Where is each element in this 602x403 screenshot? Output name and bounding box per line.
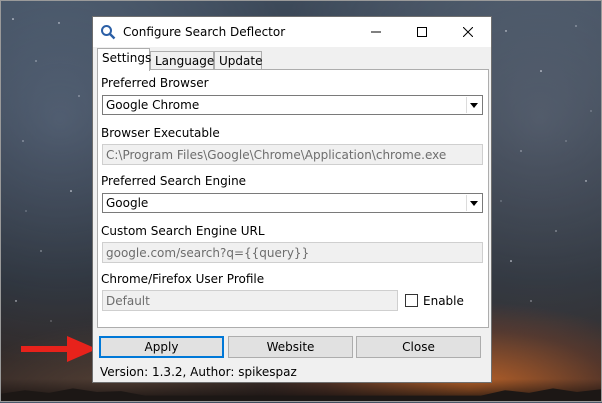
- custom-search-engine-url-field[interactable]: google.com/search?q={{query}}: [102, 242, 483, 263]
- settings-panel: Preferred Browser Google Chrome Browser …: [97, 69, 489, 328]
- custom-search-engine-url-label: Custom Search Engine URL: [101, 224, 265, 238]
- preferred-search-engine-dropdown[interactable]: Google: [102, 193, 483, 213]
- apply-button-label: Apply: [144, 340, 179, 354]
- preferred-search-engine-value: Google: [106, 196, 149, 210]
- custom-search-engine-url-value: google.com/search?q={{query}}: [106, 246, 310, 260]
- tab-settings-label: Settings: [102, 51, 152, 65]
- apply-button[interactable]: Apply: [99, 336, 224, 358]
- maximize-button[interactable]: [399, 17, 445, 47]
- title-bar[interactable]: Configure Search Deflector: [93, 17, 491, 47]
- red-arrow-annotation: [21, 336, 97, 362]
- preferred-browser-label: Preferred Browser: [101, 76, 209, 90]
- tab-update-label: Update: [219, 54, 263, 68]
- preferred-search-engine-dropdown-arrow[interactable]: [466, 195, 481, 211]
- enable-profile-label: Enable: [423, 294, 464, 308]
- user-profile-label: Chrome/Firefox User Profile: [101, 272, 265, 286]
- window-title: Configure Search Deflector: [123, 25, 286, 39]
- dropdown-arrow-icon: [470, 102, 478, 108]
- browser-executable-field[interactable]: C:\Program Files\Google\Chrome\Applicati…: [102, 144, 483, 165]
- configure-window: Configure Search Deflector Settings Lang…: [92, 16, 492, 383]
- close-window-button[interactable]: [445, 17, 491, 47]
- close-button[interactable]: Close: [356, 336, 481, 358]
- user-profile-field[interactable]: Default: [102, 290, 398, 311]
- app-icon: [101, 25, 116, 40]
- dropdown-arrow-icon: [470, 200, 478, 206]
- minimize-button[interactable]: [353, 17, 399, 47]
- browser-executable-label: Browser Executable: [101, 126, 220, 140]
- preferred-search-engine-label: Preferred Search Engine: [101, 174, 247, 188]
- close-icon: [463, 27, 473, 37]
- browser-executable-value: C:\Program Files\Google\Chrome\Applicati…: [106, 148, 447, 162]
- enable-profile-checkbox[interactable]: [405, 294, 418, 307]
- minimize-icon: [371, 31, 381, 33]
- tab-strip: Settings Language Update: [97, 48, 489, 71]
- user-profile-value: Default: [106, 294, 150, 308]
- website-button-label: Website: [266, 340, 315, 354]
- preferred-browser-dropdown[interactable]: Google Chrome: [102, 95, 483, 115]
- tab-language[interactable]: Language: [150, 51, 214, 70]
- maximize-icon: [417, 27, 427, 37]
- version-author-status: Version: 1.3.2, Author: spikespaz: [100, 365, 297, 379]
- tab-language-label: Language: [155, 54, 215, 68]
- tab-settings[interactable]: Settings: [97, 48, 152, 71]
- close-button-label: Close: [402, 340, 435, 354]
- preferred-browser-dropdown-arrow[interactable]: [466, 97, 481, 113]
- tab-update[interactable]: Update: [214, 51, 262, 70]
- preferred-browser-value: Google Chrome: [106, 98, 200, 112]
- website-button[interactable]: Website: [228, 336, 353, 358]
